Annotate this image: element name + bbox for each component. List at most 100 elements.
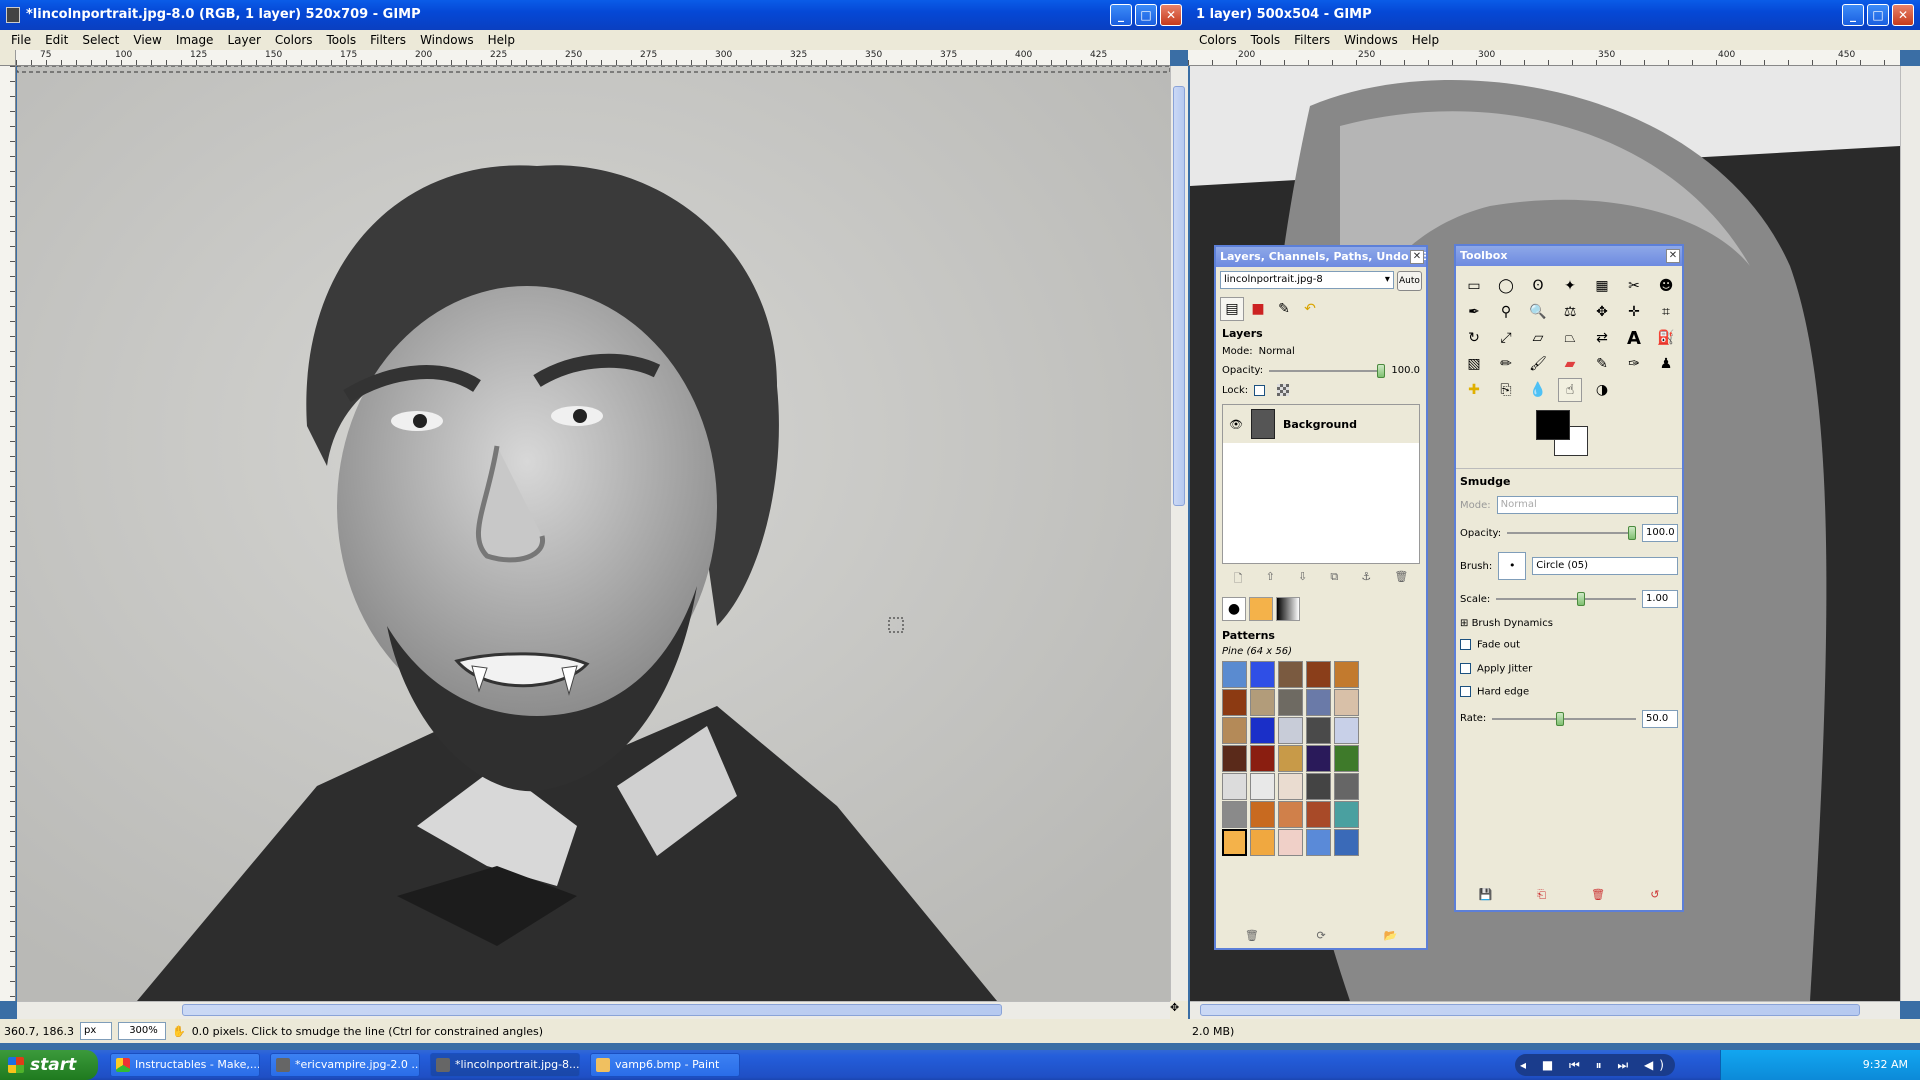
scale-slider[interactable] bbox=[1496, 592, 1636, 606]
left-vertical-scrollbar[interactable] bbox=[1170, 66, 1188, 1001]
shear-icon[interactable]: ▱ bbox=[1526, 326, 1550, 350]
pattern-swatch[interactable] bbox=[1334, 829, 1359, 856]
patterns-tab-icon[interactable] bbox=[1249, 597, 1273, 621]
menu-colors[interactable]: Colors bbox=[268, 33, 320, 47]
delete-options-icon[interactable]: 🗑 bbox=[1591, 888, 1605, 902]
menu-windows[interactable]: Windows bbox=[413, 33, 481, 47]
perspective-clone-icon[interactable]: ⎘ bbox=[1494, 378, 1518, 402]
pattern-swatch[interactable] bbox=[1278, 661, 1303, 688]
brush-dynamics-expander[interactable]: ⊞ Brush Dynamics bbox=[1460, 618, 1678, 629]
menu-layer[interactable]: Layer bbox=[220, 33, 267, 47]
taskbar-item-ericvampire[interactable]: *ericvampire.jpg-2.0 ... bbox=[270, 1053, 420, 1077]
undo-tab-icon[interactable]: ↶ bbox=[1298, 297, 1322, 321]
lower-layer-icon[interactable]: ⇩ bbox=[1298, 570, 1307, 589]
smudge-mode-select[interactable]: Normal bbox=[1496, 496, 1678, 514]
heal-icon[interactable]: ✚ bbox=[1462, 378, 1486, 402]
taskbar-item-instructables[interactable]: Instructables - Make,... bbox=[110, 1053, 260, 1077]
pattern-swatch[interactable] bbox=[1306, 745, 1331, 772]
zoom-select[interactable]: 300% bbox=[117, 1022, 166, 1040]
pattern-swatch[interactable] bbox=[1222, 773, 1247, 800]
pattern-swatch[interactable] bbox=[1334, 773, 1359, 800]
save-options-icon[interactable]: 💾 bbox=[1479, 888, 1493, 902]
move-icon[interactable]: ✥ bbox=[1590, 300, 1614, 324]
paintbrush-icon[interactable]: 🖌 bbox=[1526, 352, 1550, 376]
patterns-grid[interactable] bbox=[1222, 661, 1420, 856]
foreground-select-icon[interactable]: ☻ bbox=[1654, 274, 1678, 298]
right-window-titlebar[interactable]: 1 layer) 500x504 - GIMP _ □ ✕ bbox=[1188, 0, 1920, 30]
close-icon[interactable]: ✕ bbox=[1410, 250, 1424, 264]
close-button[interactable]: ✕ bbox=[1892, 4, 1914, 26]
blur-icon[interactable]: 💧 bbox=[1526, 378, 1550, 402]
image-canvas-lincoln[interactable] bbox=[17, 66, 1170, 1001]
pattern-swatch[interactable] bbox=[1278, 829, 1303, 856]
pattern-swatch[interactable] bbox=[1306, 829, 1331, 856]
perspective-icon[interactable]: ⏢ bbox=[1558, 326, 1582, 350]
blend-icon[interactable]: ▧ bbox=[1462, 352, 1486, 376]
menu-edit[interactable]: Edit bbox=[38, 33, 75, 47]
menu-tools[interactable]: Tools bbox=[1244, 33, 1288, 47]
left-horizontal-scrollbar[interactable] bbox=[17, 1001, 1170, 1019]
pattern-swatch[interactable] bbox=[1306, 773, 1331, 800]
gradients-tab-icon[interactable] bbox=[1276, 597, 1300, 621]
menu-filters[interactable]: Filters bbox=[1287, 33, 1337, 47]
start-button[interactable]: start bbox=[0, 1050, 98, 1080]
media-controls[interactable]: ◂ ■ ⏮ ⏸ ⏭ ◀) bbox=[1515, 1054, 1675, 1076]
pattern-swatch[interactable] bbox=[1306, 661, 1331, 688]
pattern-swatch[interactable] bbox=[1306, 689, 1331, 716]
left-window-titlebar[interactable]: *lincolnportrait.jpg-8.0 (RGB, 1 layer) … bbox=[0, 0, 1188, 30]
apply-jitter-option[interactable]: Apply Jitter bbox=[1460, 662, 1678, 674]
refresh-patterns-icon[interactable]: ⟳ bbox=[1317, 929, 1326, 942]
scissors-icon[interactable]: ✂ bbox=[1622, 274, 1646, 298]
foreground-color-swatch[interactable] bbox=[1536, 410, 1570, 440]
flip-icon[interactable]: ⇄ bbox=[1590, 326, 1614, 350]
pattern-swatch[interactable] bbox=[1222, 745, 1247, 772]
taskbar-item-paint[interactable]: vamp6.bmp - Paint bbox=[590, 1053, 740, 1077]
text-icon[interactable]: A bbox=[1622, 326, 1646, 350]
pattern-swatch[interactable] bbox=[1250, 829, 1275, 856]
lock-pixels-checkbox[interactable] bbox=[1254, 384, 1266, 396]
free-select-icon[interactable]: ʘ bbox=[1526, 274, 1550, 298]
duplicate-layer-icon[interactable]: ⧉ bbox=[1330, 570, 1338, 589]
menu-filters[interactable]: Filters bbox=[363, 33, 413, 47]
delete-layer-icon[interactable]: 🗑 bbox=[1394, 570, 1408, 589]
right-horizontal-scrollbar[interactable] bbox=[1190, 1001, 1900, 1019]
raise-layer-icon[interactable]: ⇧ bbox=[1266, 570, 1275, 589]
image-select[interactable]: lincolnportrait.jpg-8 ▾ bbox=[1220, 271, 1394, 289]
reset-options-icon[interactable]: ↺ bbox=[1650, 888, 1659, 902]
layer-row[interactable]: 👁 Background bbox=[1223, 405, 1419, 443]
right-vertical-scrollbar[interactable] bbox=[1900, 66, 1920, 1001]
menu-help[interactable]: Help bbox=[481, 33, 522, 47]
pattern-swatch[interactable] bbox=[1222, 801, 1247, 828]
clone-icon[interactable]: ♟ bbox=[1654, 352, 1678, 376]
close-icon[interactable]: ✕ bbox=[1666, 249, 1680, 263]
channels-tab-icon[interactable]: ■ bbox=[1246, 297, 1270, 321]
pattern-swatch[interactable] bbox=[1222, 661, 1247, 688]
smudge-opacity-value[interactable]: 100.0 bbox=[1642, 524, 1678, 542]
pattern-swatch[interactable] bbox=[1250, 745, 1275, 772]
fade-out-checkbox[interactable] bbox=[1460, 639, 1471, 650]
layer-opacity-value[interactable]: 100.0 bbox=[1391, 365, 1420, 376]
pattern-swatch[interactable] bbox=[1250, 689, 1275, 716]
ink-icon[interactable]: ✑ bbox=[1622, 352, 1646, 376]
scroll-thumb[interactable] bbox=[1173, 86, 1185, 506]
pattern-swatch[interactable] bbox=[1278, 717, 1303, 744]
menu-colors[interactable]: Colors bbox=[1192, 33, 1244, 47]
pattern-swatch[interactable] bbox=[1278, 745, 1303, 772]
brushes-tab-icon[interactable]: ● bbox=[1222, 597, 1246, 621]
measure-icon[interactable]: ⚖ bbox=[1558, 300, 1582, 324]
fuzzy-select-icon[interactable]: ✦ bbox=[1558, 274, 1582, 298]
zoom-icon[interactable]: 🔍 bbox=[1526, 300, 1550, 324]
rect-select-icon[interactable]: ▭ bbox=[1462, 274, 1486, 298]
layer-opacity-slider[interactable] bbox=[1269, 363, 1386, 378]
pattern-swatch[interactable] bbox=[1278, 773, 1303, 800]
restore-options-icon[interactable]: ⎗ bbox=[1537, 888, 1546, 902]
align-icon[interactable]: ✛ bbox=[1622, 300, 1646, 324]
pattern-swatch[interactable] bbox=[1250, 661, 1275, 688]
bucket-fill-icon[interactable]: ⛽ bbox=[1654, 326, 1678, 350]
minimize-button[interactable]: _ bbox=[1842, 4, 1864, 26]
layers-dock-titlebar[interactable]: Layers, Channels, Paths, Undo - B... ✕ bbox=[1216, 247, 1426, 267]
dodge-burn-icon[interactable]: ◑ bbox=[1590, 378, 1614, 402]
hard-edge-option[interactable]: Hard edge bbox=[1460, 686, 1678, 698]
close-button[interactable]: ✕ bbox=[1160, 4, 1182, 26]
menu-image[interactable]: Image bbox=[169, 33, 221, 47]
